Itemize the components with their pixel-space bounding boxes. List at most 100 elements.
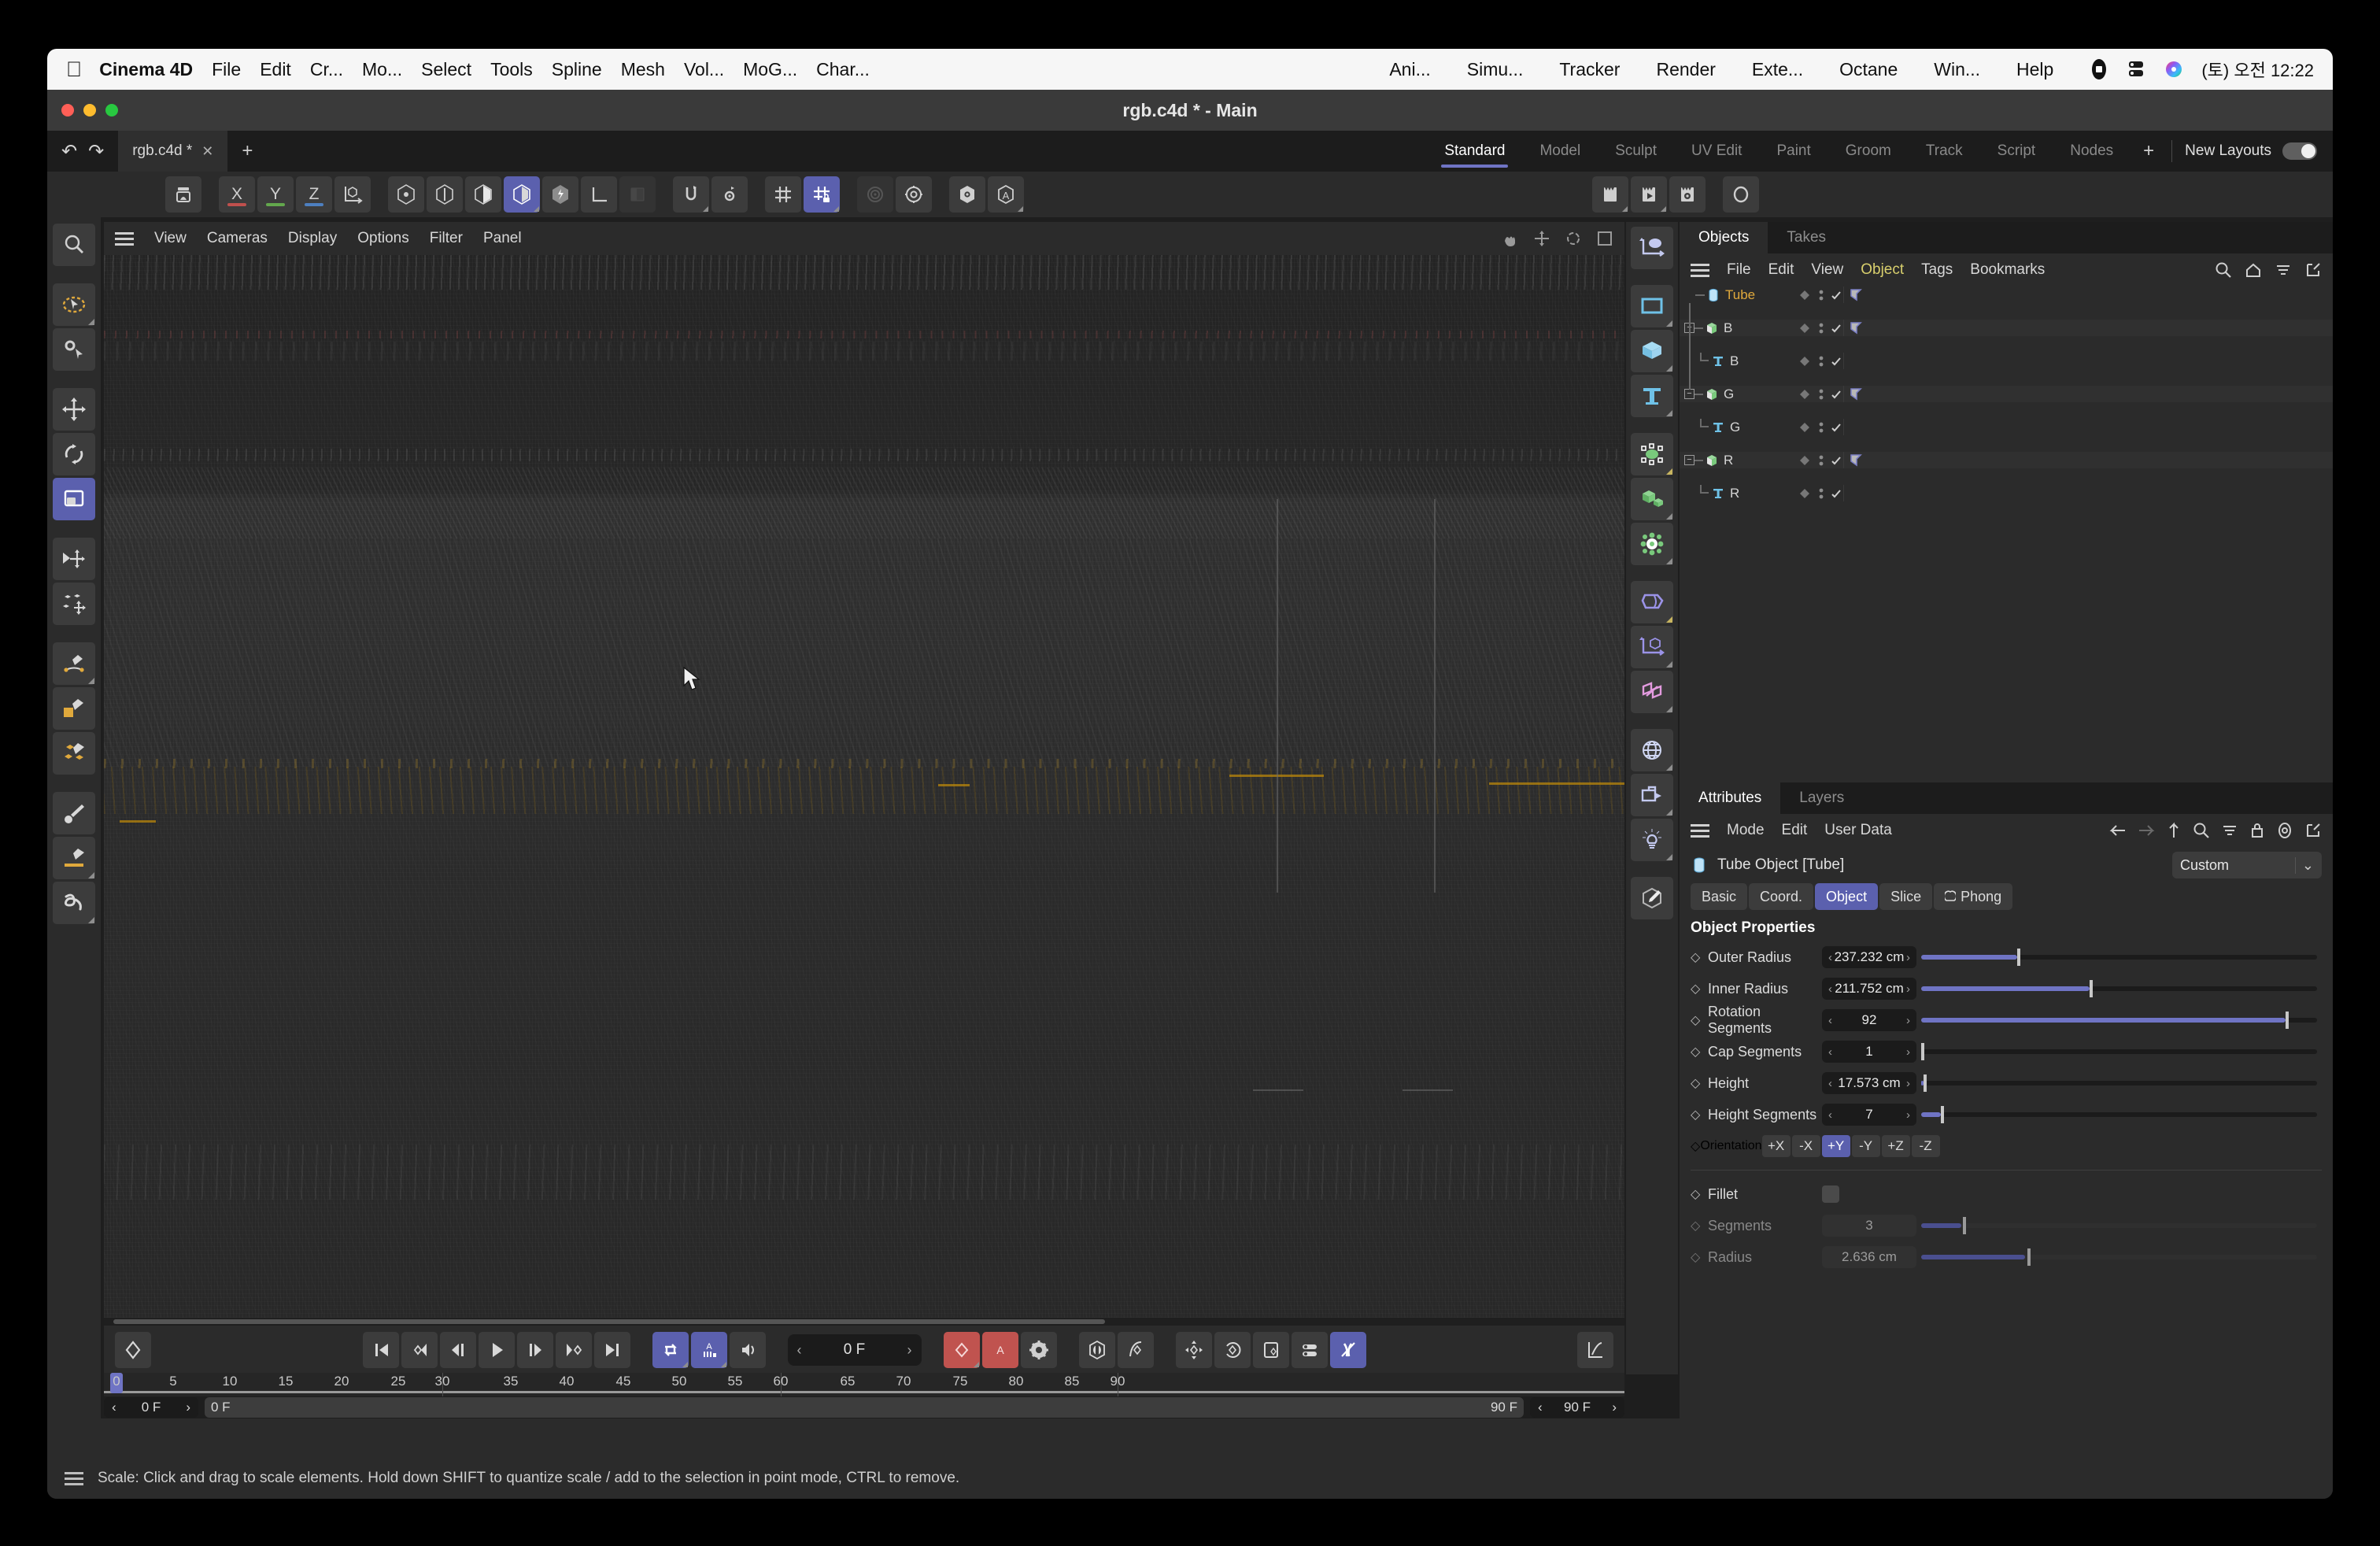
extrude-object-icon[interactable]: [1705, 453, 1719, 468]
tab-groom[interactable]: Groom: [1828, 131, 1909, 172]
camera-object-icon[interactable]: [1631, 774, 1673, 816]
lock-z-axis-icon[interactable]: Z: [296, 176, 332, 213]
cap-segments-input[interactable]: ‹ 1 ›: [1822, 1041, 1916, 1063]
polygon-mode-icon[interactable]: [465, 176, 501, 213]
new-layouts-toggle[interactable]: [2282, 142, 2317, 160]
os-menu-item-modes[interactable]: Mo...: [362, 59, 402, 80]
visibility-dots[interactable]: [1798, 420, 1842, 435]
text-spline-icon[interactable]: [1711, 420, 1725, 435]
world-object-coordinates-icon[interactable]: [334, 176, 371, 213]
increment-icon[interactable]: ›: [186, 1400, 190, 1415]
color-wheel-icon[interactable]: [2164, 59, 2184, 80]
os-menu-item-simulate[interactable]: Simu...: [1467, 59, 1524, 80]
next-frame-icon[interactable]: [516, 1332, 553, 1368]
tab-coord[interactable]: Coord.: [1749, 883, 1814, 910]
phong-tag-icon[interactable]: [1850, 322, 1863, 335]
os-clock[interactable]: (토) 오전 12:22: [2201, 57, 2314, 82]
lock-x-axis-icon[interactable]: X: [219, 176, 255, 213]
object-name[interactable]: G: [1724, 386, 1734, 402]
target-icon[interactable]: [2276, 822, 2293, 839]
keyframe-settings-icon[interactable]: [1020, 1332, 1057, 1368]
spline-primitive-icon[interactable]: [1631, 285, 1673, 327]
rotation-key-icon[interactable]: [1214, 1332, 1251, 1368]
tab-standard[interactable]: Standard: [1427, 131, 1522, 172]
object-name[interactable]: B: [1724, 320, 1732, 336]
search-icon[interactable]: [2215, 261, 2232, 279]
grid-icon[interactable]: [765, 176, 801, 213]
model-mode-icon[interactable]: [504, 176, 540, 213]
workplane-icon[interactable]: [619, 176, 656, 213]
height-segments-input[interactable]: ‹ 7 ›: [1822, 1104, 1916, 1126]
orientation-option-plus-z[interactable]: +Z: [1881, 1135, 1910, 1157]
filter-icon[interactable]: [2275, 261, 2292, 279]
menu-icon[interactable]: [1691, 823, 1709, 838]
viewport-canvas[interactable]: [104, 255, 1624, 1326]
magnify-tool-icon[interactable]: [53, 224, 95, 266]
close-icon[interactable]: ✕: [201, 143, 213, 160]
sound-icon[interactable]: [729, 1332, 766, 1368]
os-menu-item-character[interactable]: Char...: [816, 59, 870, 80]
environment-object-icon[interactable]: [1631, 729, 1673, 771]
outer-radius-slider[interactable]: [1921, 946, 2322, 968]
selection-settings-tool-icon[interactable]: [53, 328, 95, 371]
autokeying-icon[interactable]: A: [981, 1332, 1018, 1368]
rotation-segments-input[interactable]: ‹ 92 ›: [1822, 1009, 1916, 1031]
viewport-menu-cameras[interactable]: Cameras: [207, 230, 268, 247]
workplane-target-icon[interactable]: [857, 176, 893, 213]
tag-area[interactable]: [1843, 452, 2331, 468]
slider-handle[interactable]: [2089, 980, 2093, 997]
popout-icon[interactable]: [2304, 822, 2322, 839]
generator-object-icon[interactable]: [1631, 433, 1673, 475]
tab-objects[interactable]: Objects: [1680, 222, 1768, 253]
parameter-animation-icon[interactable]: [1117, 1332, 1154, 1368]
sculpt-snake-tool-icon[interactable]: [53, 882, 95, 924]
display-mirror-icon[interactable]: [2126, 59, 2146, 80]
tab-sculpt[interactable]: Sculpt: [1598, 131, 1674, 172]
orientation-option-minus-z[interactable]: -Z: [1911, 1135, 1940, 1157]
render-view-icon[interactable]: [1592, 176, 1628, 213]
up-arrow-icon[interactable]: [2166, 822, 2182, 839]
null-object-icon[interactable]: [1631, 227, 1673, 269]
polygon-pen-tool-icon[interactable]: [53, 732, 95, 775]
phong-tag-icon[interactable]: [1850, 388, 1863, 401]
position-key-icon[interactable]: [1175, 1332, 1212, 1368]
forward-arrow-icon[interactable]: [2138, 823, 2155, 838]
tab-paint[interactable]: Paint: [1759, 131, 1828, 172]
pan-view-icon[interactable]: [1500, 230, 1519, 247]
tab-track[interactable]: Track: [1909, 131, 1980, 172]
viewport-menu-panel[interactable]: Panel: [483, 230, 522, 247]
height-input[interactable]: ‹ 17.573 cm ›: [1822, 1072, 1916, 1094]
os-menu-item-spline[interactable]: Spline: [552, 59, 602, 80]
animate-diamond-icon[interactable]: ◇: [1691, 1218, 1708, 1233]
os-menu-app-name[interactable]: Cinema 4D: [99, 59, 193, 80]
height-segments-slider[interactable]: [1921, 1104, 2322, 1126]
object-tree[interactable]: Tube −: [1680, 287, 2333, 781]
rotation-segments-slider[interactable]: [1921, 1009, 2322, 1031]
tab-uv-edit[interactable]: UV Edit: [1674, 131, 1759, 172]
timeline-ruler[interactable]: 0 5 10 15 20 25 30 35 40 45 50 55 60 65 …: [104, 1373, 1624, 1396]
slider-handle[interactable]: [1921, 1043, 1924, 1060]
record-active-objects-icon[interactable]: [943, 1332, 980, 1368]
rotate-tool-icon[interactable]: [53, 433, 95, 475]
render-settings-icon[interactable]: [1669, 176, 1706, 213]
collapse-icon[interactable]: −: [1684, 455, 1694, 465]
spline-line-tool-icon[interactable]: [53, 837, 95, 879]
table-row[interactable]: − B: [1680, 320, 2333, 336]
os-menu-item-mesh[interactable]: Mesh: [621, 59, 665, 80]
table-row[interactable]: G: [1680, 419, 2333, 435]
light-object-icon[interactable]: [1631, 819, 1673, 861]
workplane-settings-icon[interactable]: [896, 176, 932, 213]
collapse-icon[interactable]: −: [1684, 389, 1694, 399]
menu-icon[interactable]: [1691, 263, 1709, 277]
animate-diamond-icon[interactable]: ◇: [1691, 1107, 1708, 1123]
object-name[interactable]: B: [1730, 353, 1739, 369]
play-forward-icon[interactable]: [478, 1332, 515, 1368]
table-row[interactable]: − G: [1680, 386, 2333, 402]
animate-diamond-icon[interactable]: ◇: [1691, 1044, 1708, 1060]
om-menu-file[interactable]: File: [1727, 261, 1751, 279]
orientation-option-plus-y[interactable]: +Y: [1821, 1135, 1850, 1157]
lock-y-axis-icon[interactable]: Y: [257, 176, 294, 213]
text-spline-icon[interactable]: [1711, 354, 1725, 368]
tag-area[interactable]: [1843, 287, 2331, 303]
viewport[interactable]: View Cameras Display Options Filter Pane…: [104, 222, 1624, 1326]
